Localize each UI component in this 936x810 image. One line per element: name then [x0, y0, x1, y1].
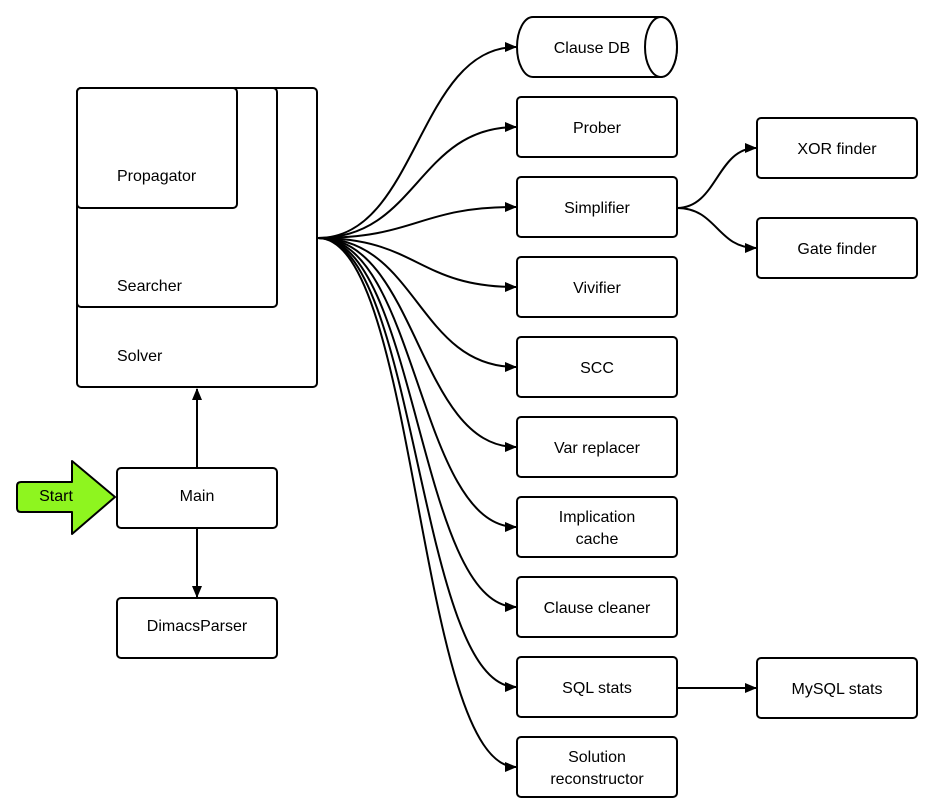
architecture-diagram: Solver Searcher Propagator Main DimacsPa… — [16, 16, 918, 798]
implication-cache-node[interactable]: Implication cache — [516, 496, 678, 558]
node-label: Solution — [568, 749, 626, 766]
prober-node[interactable]: Prober — [516, 96, 678, 158]
clause-cleaner-node[interactable]: Clause cleaner — [516, 576, 678, 638]
propagator-label: Propagator — [117, 168, 197, 185]
clause-db-node[interactable]: Clause DB — [516, 16, 678, 78]
cylinder-end — [644, 16, 678, 78]
solver-label: Solver — [117, 348, 163, 365]
edge-solver-var-replacer — [317, 237, 517, 452]
var-replacer-node[interactable]: Var replacer — [516, 416, 678, 478]
node-box — [516, 496, 678, 558]
dimacs-parser-label: DimacsParser — [147, 618, 248, 635]
node-label: Clause DB — [554, 40, 630, 57]
dimacs-parser-node[interactable]: DimacsParser — [116, 597, 278, 659]
node-label: XOR finder — [797, 141, 877, 158]
node-box — [516, 736, 678, 798]
gate-finder-node[interactable]: Gate finder — [756, 217, 918, 279]
node-label: Clause cleaner — [544, 600, 651, 617]
edge-solver-clause-db — [317, 42, 517, 239]
node-label: Gate finder — [797, 241, 877, 258]
xor-finder-node[interactable]: XOR finder — [756, 117, 918, 179]
mysql-stats-node[interactable]: MySQL stats — [756, 657, 918, 719]
node-label: Prober — [573, 120, 622, 137]
sql-stats-node[interactable]: SQL stats — [516, 656, 678, 718]
modules: Clause DB Prober Simplifier Vivifier SCC Var … — [516, 16, 918, 798]
node-label: Var replacer — [554, 440, 641, 457]
propagator-node[interactable]: Propagator — [76, 87, 238, 209]
vivifier-node[interactable]: Vivifier — [516, 256, 678, 318]
start-label: Start — [39, 488, 73, 505]
node-label: Implication — [559, 509, 635, 526]
start-arrow[interactable]: Start — [16, 460, 116, 535]
main-label: Main — [180, 488, 215, 505]
node-label: cache — [576, 531, 619, 548]
solution-reconstructor-node[interactable]: Solution reconstructor — [516, 736, 678, 798]
edge-solver-sql-stats — [317, 237, 517, 692]
node-label: MySQL stats — [792, 681, 883, 698]
node-label: SQL stats — [562, 680, 632, 697]
edge-simplifier-xor-finder — [676, 143, 757, 209]
edge-solver-solution-reconstructor — [317, 237, 517, 772]
edge-solver-clause-cleaner — [317, 237, 517, 612]
main-node[interactable]: Main — [116, 467, 278, 529]
simplifier-node[interactable]: Simplifier — [516, 176, 678, 238]
searcher-label: Searcher — [117, 278, 183, 295]
edge-solver-implication-cache — [317, 237, 517, 532]
node-label: Simplifier — [564, 200, 630, 217]
node-label: Vivifier — [573, 280, 621, 297]
node-label: SCC — [580, 360, 614, 377]
scc-node[interactable]: SCC — [516, 336, 678, 398]
edge-simplifier-gate-finder — [676, 207, 757, 253]
node-label: reconstructor — [550, 771, 644, 788]
